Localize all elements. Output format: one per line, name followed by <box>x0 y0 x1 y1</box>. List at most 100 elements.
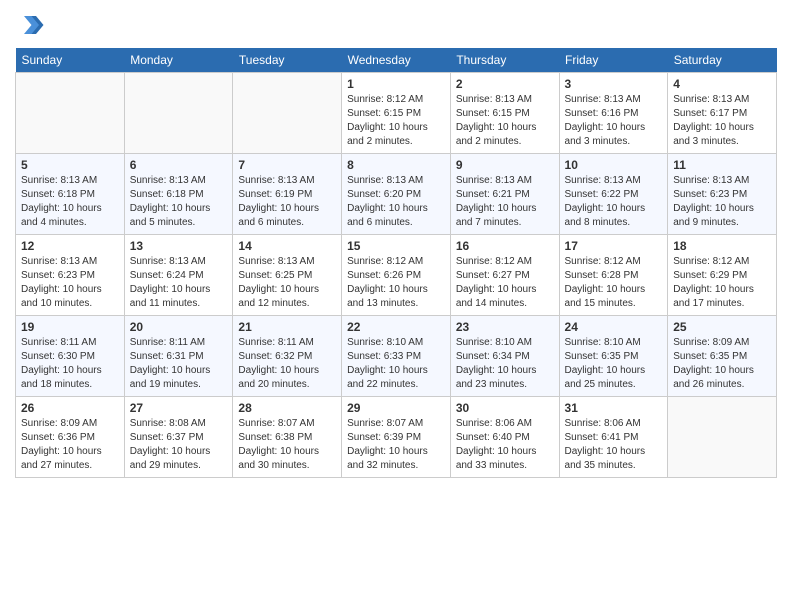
calendar-cell: 25 Sunrise: 8:09 AMSunset: 6:35 PMDayligh… <box>668 316 777 397</box>
day-number: 5 <box>21 158 119 172</box>
calendar-week-row: 1Sunrise: 8:12 AMSunset: 6:15 PMDaylight… <box>16 73 777 154</box>
calendar-cell: 29 Sunrise: 8:07 AMSunset: 6:39 PMDayligh… <box>342 397 451 478</box>
page: SundayMondayTuesdayWednesdayThursdayFrid… <box>0 0 792 612</box>
calendar-header-row: SundayMondayTuesdayWednesdayThursdayFrid… <box>16 48 777 73</box>
day-info: Sunrise: 8:10 AMSunset: 6:34 PMDaylight:… <box>456 336 554 392</box>
day-info: Sunrise: 8:13 AMSunset: 6:21 PMDaylight:… <box>456 174 554 230</box>
day-info: Sunrise: 8:12 AMSunset: 6:28 PMDaylight:… <box>565 255 663 311</box>
day-number: 20 <box>130 320 228 334</box>
day-info: Sunrise: 8:09 AMSunset: 6:35 PMDaylight:… <box>673 336 771 392</box>
calendar-cell: 24Sunrise: 8:10 AMSunset: 6:35 PMDayligh… <box>559 316 668 397</box>
day-number: 25 <box>673 320 771 334</box>
calendar-header-friday: Friday <box>559 48 668 73</box>
calendar-cell: 3 Sunrise: 8:13 AMSunset: 6:16 PMDaylight… <box>559 73 668 154</box>
calendar-header-monday: Monday <box>124 48 233 73</box>
day-number: 21 <box>238 320 336 334</box>
calendar-cell: 23 Sunrise: 8:10 AMSunset: 6:34 PMDayligh… <box>450 316 559 397</box>
day-number: 2 <box>456 77 554 91</box>
day-number: 8 <box>347 158 445 172</box>
day-number: 9 <box>456 158 554 172</box>
calendar-cell: 8 Sunrise: 8:13 AMSunset: 6:20 PMDaylight… <box>342 154 451 235</box>
day-number: 24 <box>565 320 663 334</box>
calendar-cell: 11 Sunrise: 8:13 AMSunset: 6:23 PMDayligh… <box>668 154 777 235</box>
calendar-cell <box>668 397 777 478</box>
calendar-week-row: 5 Sunrise: 8:13 AMSunset: 6:18 PMDaylight… <box>16 154 777 235</box>
calendar-header-saturday: Saturday <box>668 48 777 73</box>
calendar-cell: 9 Sunrise: 8:13 AMSunset: 6:21 PMDaylight… <box>450 154 559 235</box>
calendar-cell: 31 Sunrise: 8:06 AMSunset: 6:41 PMDayligh… <box>559 397 668 478</box>
calendar-cell: 19 Sunrise: 8:11 AMSunset: 6:30 PMDayligh… <box>16 316 125 397</box>
day-info: Sunrise: 8:12 AMSunset: 6:26 PMDaylight:… <box>347 255 445 311</box>
calendar-cell: 1Sunrise: 8:12 AMSunset: 6:15 PMDaylight… <box>342 73 451 154</box>
day-info: Sunrise: 8:13 AMSunset: 6:24 PMDaylight:… <box>130 255 228 311</box>
day-info: Sunrise: 8:13 AMSunset: 6:18 PMDaylight:… <box>21 174 119 230</box>
day-info: Sunrise: 8:11 AMSunset: 6:31 PMDaylight:… <box>130 336 228 392</box>
calendar-cell: 13 Sunrise: 8:13 AMSunset: 6:24 PMDayligh… <box>124 235 233 316</box>
day-number: 12 <box>21 239 119 253</box>
day-number: 6 <box>130 158 228 172</box>
day-number: 18 <box>673 239 771 253</box>
day-number: 11 <box>673 158 771 172</box>
day-info: Sunrise: 8:13 AMSunset: 6:25 PMDaylight:… <box>238 255 336 311</box>
calendar-cell: 4 Sunrise: 8:13 AMSunset: 6:17 PMDaylight… <box>668 73 777 154</box>
calendar-cell <box>124 73 233 154</box>
day-info: Sunrise: 8:13 AMSunset: 6:15 PMDaylight:… <box>456 93 554 149</box>
calendar-cell: 5 Sunrise: 8:13 AMSunset: 6:18 PMDaylight… <box>16 154 125 235</box>
day-number: 15 <box>347 239 445 253</box>
day-info: Sunrise: 8:12 AMSunset: 6:15 PMDaylight:… <box>347 93 445 149</box>
calendar-cell <box>233 73 342 154</box>
day-number: 28 <box>238 401 336 415</box>
day-number: 10 <box>565 158 663 172</box>
logo-icon <box>15 10 45 40</box>
calendar-cell: 15 Sunrise: 8:12 AMSunset: 6:26 PMDayligh… <box>342 235 451 316</box>
calendar-cell: 18 Sunrise: 8:12 AMSunset: 6:29 PMDayligh… <box>668 235 777 316</box>
day-number: 13 <box>130 239 228 253</box>
calendar-header-thursday: Thursday <box>450 48 559 73</box>
day-number: 27 <box>130 401 228 415</box>
day-info: Sunrise: 8:06 AMSunset: 6:40 PMDaylight:… <box>456 417 554 473</box>
day-number: 3 <box>565 77 663 91</box>
calendar-header-sunday: Sunday <box>16 48 125 73</box>
day-number: 7 <box>238 158 336 172</box>
calendar-cell: 17Sunrise: 8:12 AMSunset: 6:28 PMDayligh… <box>559 235 668 316</box>
day-info: Sunrise: 8:13 AMSunset: 6:20 PMDaylight:… <box>347 174 445 230</box>
calendar-cell: 20 Sunrise: 8:11 AMSunset: 6:31 PMDayligh… <box>124 316 233 397</box>
calendar-week-row: 12Sunrise: 8:13 AMSunset: 6:23 PMDayligh… <box>16 235 777 316</box>
day-info: Sunrise: 8:13 AMSunset: 6:23 PMDaylight:… <box>673 174 771 230</box>
calendar-table: SundayMondayTuesdayWednesdayThursdayFrid… <box>15 48 777 478</box>
calendar-cell: 30Sunrise: 8:06 AMSunset: 6:40 PMDayligh… <box>450 397 559 478</box>
calendar-cell <box>16 73 125 154</box>
day-info: Sunrise: 8:10 AMSunset: 6:33 PMDaylight:… <box>347 336 445 392</box>
day-info: Sunrise: 8:07 AMSunset: 6:38 PMDaylight:… <box>238 417 336 473</box>
day-info: Sunrise: 8:07 AMSunset: 6:39 PMDaylight:… <box>347 417 445 473</box>
day-number: 22 <box>347 320 445 334</box>
day-info: Sunrise: 8:12 AMSunset: 6:29 PMDaylight:… <box>673 255 771 311</box>
calendar-cell: 28 Sunrise: 8:07 AMSunset: 6:38 PMDayligh… <box>233 397 342 478</box>
day-info: Sunrise: 8:13 AMSunset: 6:18 PMDaylight:… <box>130 174 228 230</box>
day-info: Sunrise: 8:11 AMSunset: 6:30 PMDaylight:… <box>21 336 119 392</box>
day-number: 31 <box>565 401 663 415</box>
day-info: Sunrise: 8:13 AMSunset: 6:16 PMDaylight:… <box>565 93 663 149</box>
day-number: 26 <box>21 401 119 415</box>
day-number: 29 <box>347 401 445 415</box>
calendar-cell: 21Sunrise: 8:11 AMSunset: 6:32 PMDayligh… <box>233 316 342 397</box>
day-number: 16 <box>456 239 554 253</box>
calendar-cell: 7 Sunrise: 8:13 AMSunset: 6:19 PMDaylight… <box>233 154 342 235</box>
logo <box>15 10 49 40</box>
day-info: Sunrise: 8:06 AMSunset: 6:41 PMDaylight:… <box>565 417 663 473</box>
calendar-header-tuesday: Tuesday <box>233 48 342 73</box>
day-info: Sunrise: 8:13 AMSunset: 6:19 PMDaylight:… <box>238 174 336 230</box>
day-number: 19 <box>21 320 119 334</box>
day-info: Sunrise: 8:13 AMSunset: 6:17 PMDaylight:… <box>673 93 771 149</box>
calendar-week-row: 26 Sunrise: 8:09 AMSunset: 6:36 PMDayligh… <box>16 397 777 478</box>
calendar-cell: 22 Sunrise: 8:10 AMSunset: 6:33 PMDayligh… <box>342 316 451 397</box>
calendar-cell: 16Sunrise: 8:12 AMSunset: 6:27 PMDayligh… <box>450 235 559 316</box>
calendar-cell: 12Sunrise: 8:13 AMSunset: 6:23 PMDayligh… <box>16 235 125 316</box>
calendar-cell: 2 Sunrise: 8:13 AMSunset: 6:15 PMDaylight… <box>450 73 559 154</box>
day-number: 4 <box>673 77 771 91</box>
day-info: Sunrise: 8:09 AMSunset: 6:36 PMDaylight:… <box>21 417 119 473</box>
header <box>15 10 777 40</box>
day-info: Sunrise: 8:13 AMSunset: 6:22 PMDaylight:… <box>565 174 663 230</box>
calendar-week-row: 19 Sunrise: 8:11 AMSunset: 6:30 PMDayligh… <box>16 316 777 397</box>
day-number: 23 <box>456 320 554 334</box>
